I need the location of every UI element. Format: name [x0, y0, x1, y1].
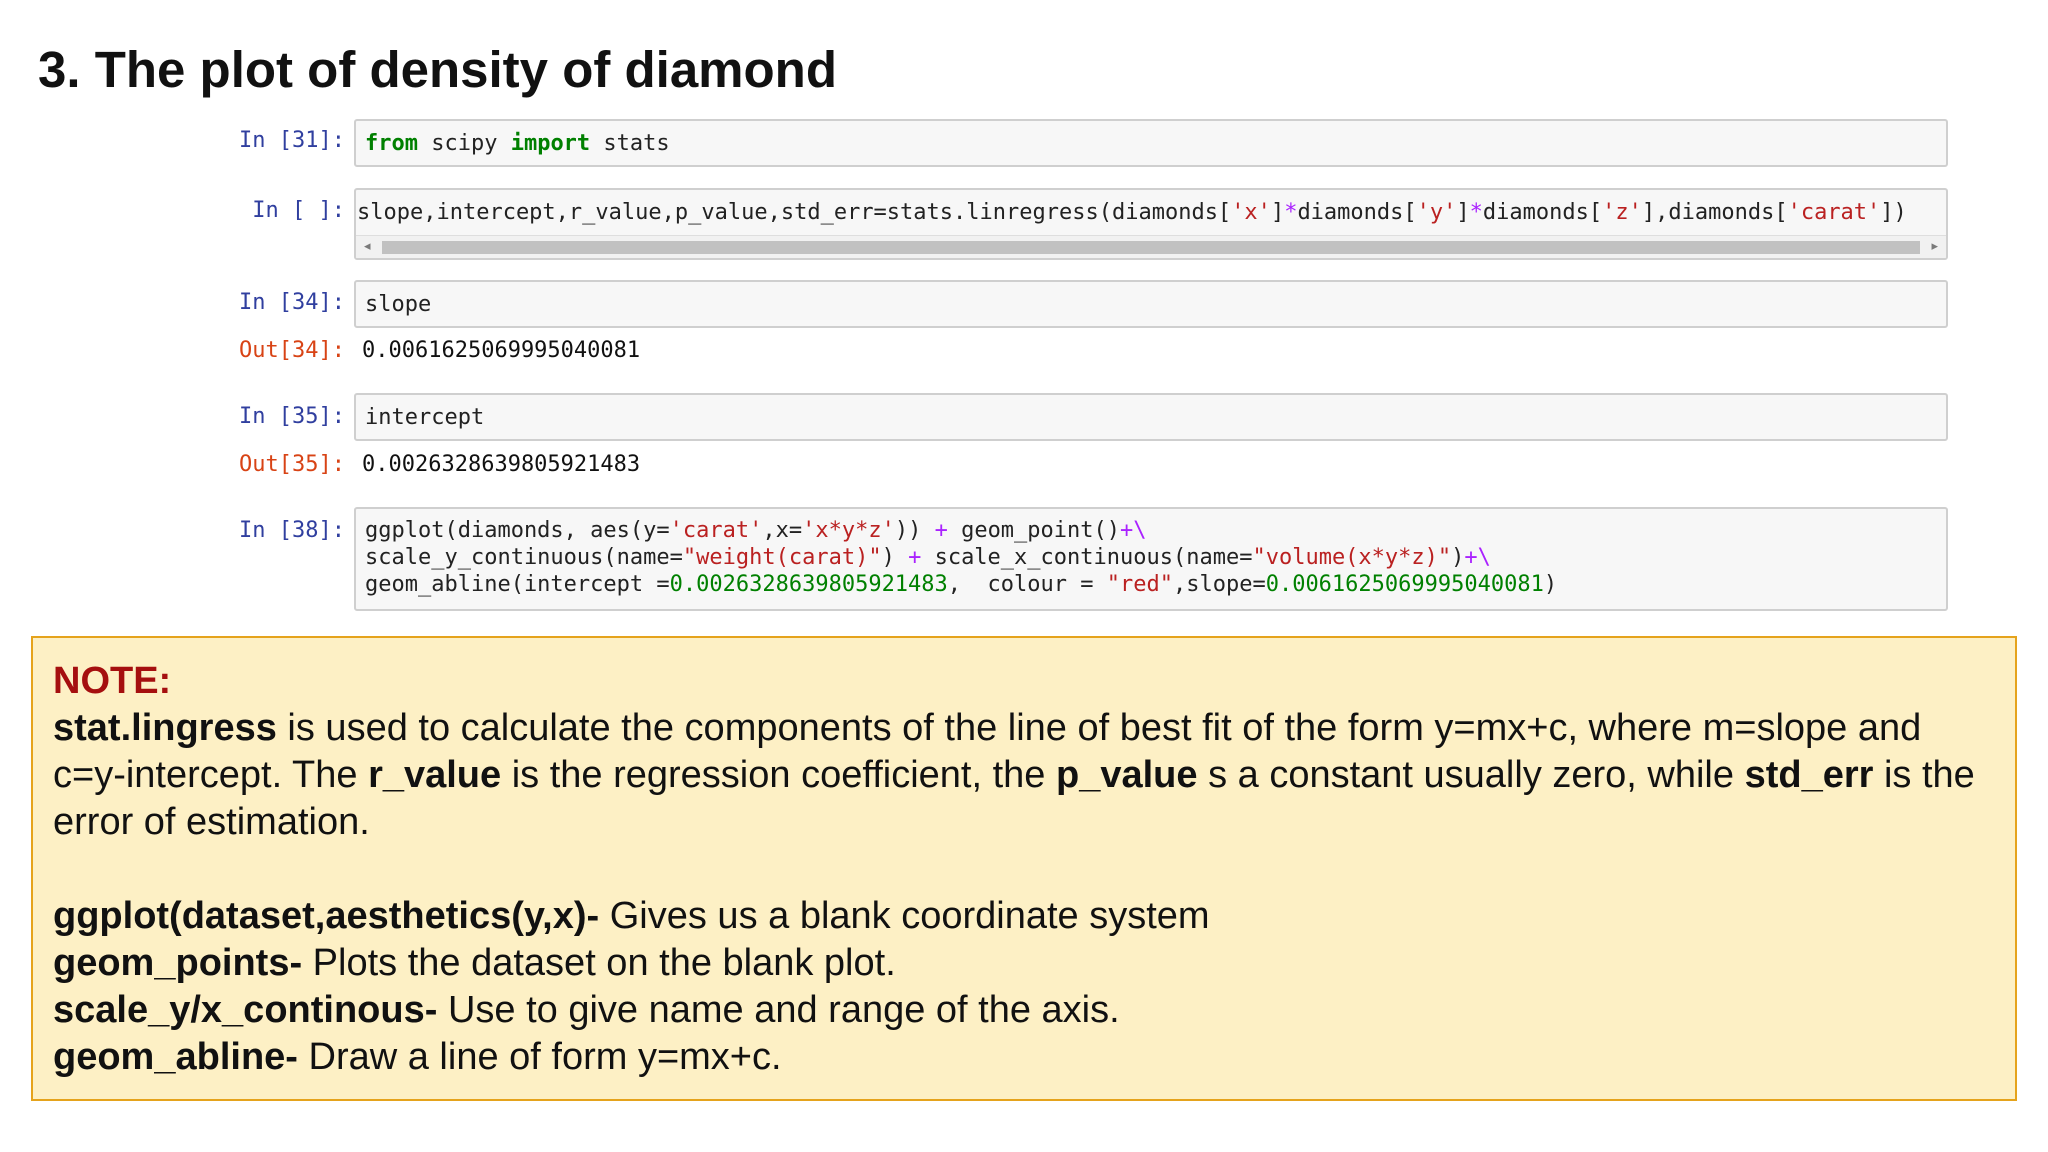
definition-desc: Use to give name and range of the axis.	[437, 989, 1120, 1031]
code-cell-linregress[interactable]: slope,intercept,r_value,p_value,std_err=…	[354, 188, 1948, 260]
definition-term: geom_points-	[53, 942, 303, 984]
code-text: diamonds[	[1297, 200, 1417, 225]
cell-linregress-prompt: In [ ]:	[252, 198, 345, 223]
number-token: 0.0026328639805921483	[669, 572, 948, 597]
code-text: scale_y_continuous(name=	[365, 545, 683, 570]
code-text: ]	[1456, 200, 1470, 225]
code-text: scipy	[417, 131, 511, 156]
definition-term: geom_abline-	[53, 1036, 298, 1078]
string-token: "red"	[1106, 572, 1173, 597]
code-cell-35[interactable]: intercept	[354, 393, 1948, 441]
code-text: )	[881, 545, 909, 570]
code-text: ,slope=	[1172, 572, 1266, 597]
term-std-err: std_err	[1744, 754, 1874, 796]
string-token: 'y'	[1416, 200, 1457, 225]
code-cell-38[interactable]: ggplot(diamonds, aes(y='carat',x='x*y*z'…	[354, 507, 1948, 611]
code-text: ],diamonds[	[1641, 200, 1788, 225]
definition-desc: Draw a line of form y=mx+c.	[297, 1036, 782, 1078]
code-text: ,x=	[762, 518, 803, 543]
scroll-left-icon[interactable]: ◂	[364, 239, 371, 254]
operator-token: +	[908, 545, 922, 570]
note-text: is the regression coefficient, the	[501, 754, 1056, 796]
operator-token: +	[934, 518, 948, 543]
cell-35-prompt: In [35]:	[239, 404, 345, 429]
note-paragraph: stat.lingress is used to calculate the c…	[53, 705, 1995, 846]
note-heading: NOTE:	[53, 660, 172, 702]
page-title: 3. The plot of density of diamond	[38, 41, 837, 98]
scrollbar-thumb[interactable]	[382, 241, 1920, 254]
operator-token: *	[1469, 200, 1483, 225]
definition-geom-points: geom_points- Plots the dataset on the bl…	[53, 940, 1995, 987]
operator-token: *	[1284, 200, 1298, 225]
code-text: ])	[1880, 200, 1907, 225]
string-token: 'x'	[1231, 200, 1271, 225]
string-token: 'carat'	[1787, 200, 1881, 225]
definition-desc: Gives us a blank coordinate system	[599, 895, 1210, 937]
code-text: stats	[590, 131, 670, 156]
scroll-right-icon[interactable]: ▸	[1931, 239, 1938, 254]
code-text: geom_point()	[947, 518, 1121, 543]
string-token: "volume(x*y*z)"	[1252, 545, 1452, 570]
code-cell-34[interactable]: slope	[354, 280, 1948, 328]
cell-35-output-prompt: Out[35]:	[239, 452, 345, 477]
string-token: 'x*y*z'	[802, 518, 895, 543]
operator-token: +\	[1464, 545, 1491, 570]
cell-31-prompt: In [31]:	[239, 128, 345, 153]
definition-geom-abline: geom_abline- Draw a line of form y=mx+c.	[53, 1034, 1995, 1081]
note-box: NOTE: stat.lingress is used to calculate…	[31, 636, 2017, 1101]
code-text: slope	[365, 292, 432, 317]
code-text: ))	[894, 518, 935, 543]
definition-ggplot: ggplot(dataset,aesthetics(y,x)- Gives us…	[53, 893, 1995, 940]
cell-34-output: 0.0061625069995040081	[362, 338, 641, 363]
code-cell-31[interactable]: from scipy import stats	[354, 119, 1948, 167]
term-stat-lingress: stat.lingress	[53, 707, 277, 749]
code-text: )	[1543, 572, 1558, 597]
definition-desc: Plots the dataset on the blank plot.	[302, 942, 896, 984]
code-text: intercept	[365, 405, 485, 430]
cell-34-output-prompt: Out[34]:	[239, 338, 345, 363]
note-text: s a constant usually zero, while	[1197, 754, 1745, 796]
code-text: , colour =	[947, 572, 1107, 597]
cell-34-prompt: In [34]:	[239, 290, 345, 315]
operator-token: +\	[1120, 518, 1147, 543]
string-token: 'carat'	[669, 518, 763, 543]
definition-term: ggplot(dataset,aesthetics(y,x)-	[53, 895, 600, 937]
code-text: diamonds[	[1482, 200, 1603, 225]
term-r-value: r_value	[368, 754, 502, 796]
code-text: slope,intercept,r_value,p_value,std_err=…	[357, 200, 1232, 225]
keyword-import: import	[510, 131, 591, 156]
definition-scale: scale_y/x_continous- Use to give name an…	[53, 987, 1995, 1034]
code-text: ggplot(diamonds, aes(y=	[365, 518, 670, 543]
string-token: 'z'	[1602, 200, 1642, 225]
number-token: 0.0061625069995040081	[1265, 572, 1544, 597]
string-token: "weight(carat)"	[682, 545, 882, 570]
code-text: )	[1451, 545, 1465, 570]
code-text: ]	[1270, 200, 1285, 225]
term-p-value: p_value	[1055, 754, 1198, 796]
cell-38-prompt: In [38]:	[239, 518, 345, 543]
definition-term: scale_y/x_continous-	[53, 989, 438, 1031]
keyword-from: from	[365, 131, 418, 156]
cell-35-output: 0.0026328639805921483	[362, 452, 641, 477]
code-text: geom_abline(intercept =	[365, 572, 670, 597]
horizontal-scrollbar[interactable]: ◂ ▸	[356, 235, 1946, 258]
code-text: scale_x_continuous(name=	[921, 545, 1253, 570]
